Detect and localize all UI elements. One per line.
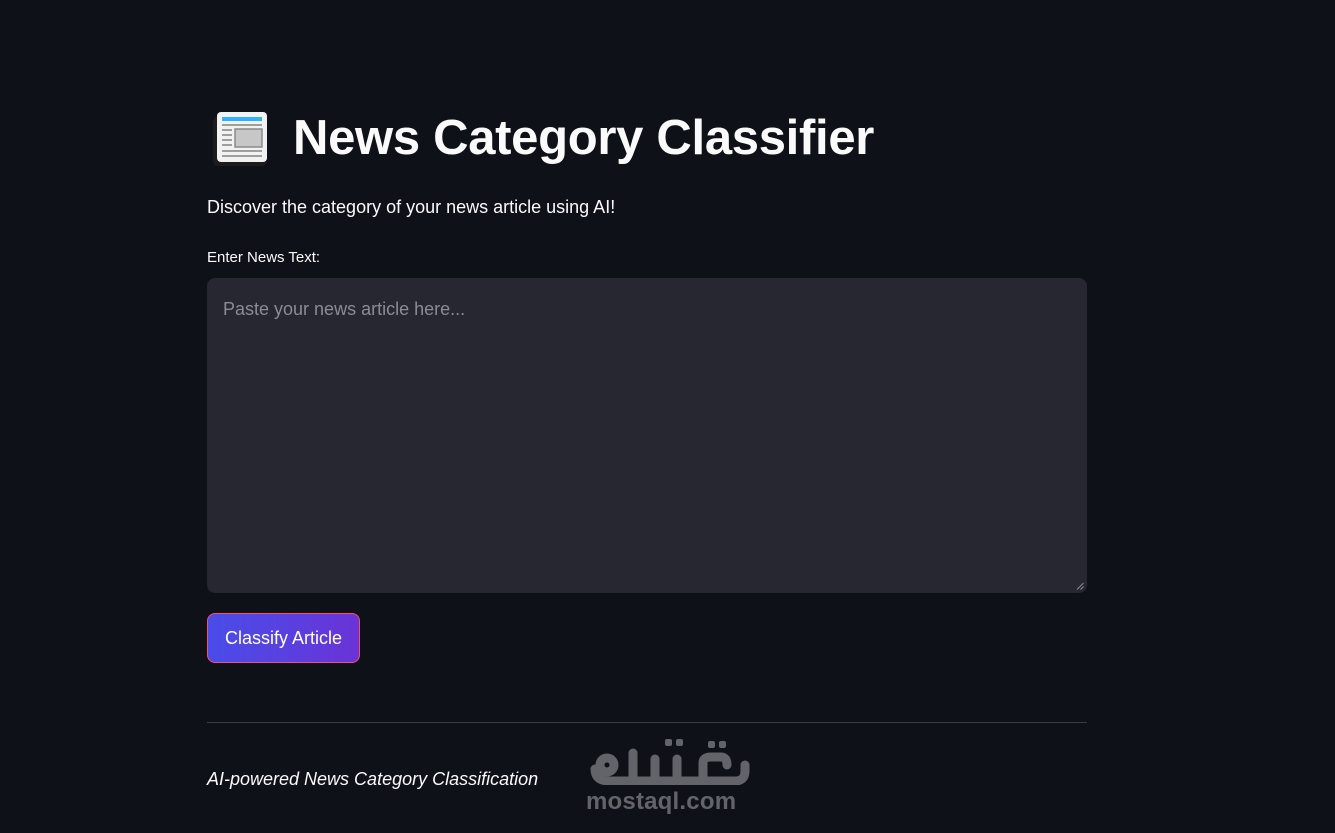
footer-caption: AI-powered News Category Classification — [207, 769, 539, 789]
news-text-container — [207, 278, 1087, 593]
news-text-input[interactable] — [207, 278, 1087, 593]
page-title: News Category Classifier — [293, 110, 875, 165]
page-subtitle: Discover the category of your news artic… — [207, 197, 616, 217]
resize-handle-icon[interactable] — [1076, 582, 1084, 590]
newspaper-icon — [213, 112, 267, 166]
mostaql-watermark: mostaql.com — [585, 735, 750, 820]
app-root: News Category Classifier Discover the ca… — [0, 0, 1335, 833]
mostaql-logo-icon — [590, 739, 750, 785]
footer-divider — [207, 722, 1087, 723]
title-row: News Category Classifier — [207, 105, 874, 171]
mostaql-domain-text: mostaql.com — [586, 788, 737, 815]
classify-article-button[interactable]: Classify Article — [207, 613, 360, 663]
news-text-label: Enter News Text: — [207, 249, 321, 266]
